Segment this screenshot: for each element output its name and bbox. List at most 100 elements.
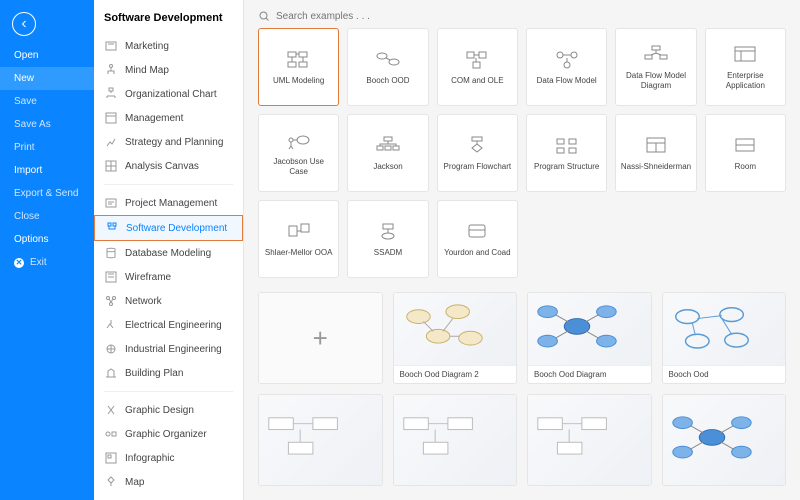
category-icon xyxy=(104,318,118,332)
template-enterprise-application[interactable]: Enterprise Application xyxy=(705,28,786,106)
category-map[interactable]: Map xyxy=(94,470,243,494)
template-uml-modeling[interactable]: UML Modeling xyxy=(258,28,339,106)
category-electrical-engineering[interactable]: Electrical Engineering xyxy=(94,313,243,337)
content-scroll[interactable]: UML Modeling Booch OOD COM and OLE Data Flo… xyxy=(244,28,800,500)
template-com-and-ole[interactable]: COM and OLE xyxy=(437,28,518,106)
menu-import[interactable]: Import xyxy=(0,159,94,182)
search-input[interactable] xyxy=(276,11,786,22)
example-card[interactable]: Booch Ood xyxy=(662,292,787,384)
template-shlaer-mellor-ooa[interactable]: Shlaer-Mellor OOA xyxy=(258,200,339,278)
menu-save-as[interactable]: Save As xyxy=(0,113,94,136)
template-label: Program Structure xyxy=(534,162,599,172)
menu-open[interactable]: Open xyxy=(0,44,94,67)
template-jacobson-use-case[interactable]: Jacobson Use Case xyxy=(258,114,339,192)
menu-new[interactable]: New xyxy=(0,67,94,90)
example-card[interactable]: Booch Ood Diagram xyxy=(527,292,652,384)
category-label: Graphic Organizer xyxy=(125,429,207,440)
category-software-development[interactable]: Software Development xyxy=(94,215,243,241)
file-menu-sidebar: OpenNewSaveSave AsPrintImportExport & Se… xyxy=(0,0,94,500)
category-label: Network xyxy=(125,296,162,307)
category-label: Marketing xyxy=(125,41,169,52)
category-industrial-engineering[interactable]: Industrial Engineering xyxy=(94,337,243,361)
back-button[interactable] xyxy=(12,12,36,36)
category-mind-map[interactable]: Mind Map xyxy=(94,58,243,82)
category-header: Software Development xyxy=(94,0,243,34)
category-strategy-and-planning[interactable]: Strategy and Planning xyxy=(94,130,243,154)
template-ssadm[interactable]: SSADM xyxy=(347,200,428,278)
search-bar xyxy=(244,0,800,28)
template-program-structure[interactable]: Program Structure xyxy=(526,114,607,192)
category-graphs-and-charts[interactable]: Graphs and Charts xyxy=(94,494,243,500)
example-thumb xyxy=(663,297,786,361)
category-icon xyxy=(104,475,118,489)
search-icon xyxy=(258,10,270,22)
template-grid: UML Modeling Booch OOD COM and OLE Data Flo… xyxy=(258,28,786,278)
template-icon xyxy=(641,134,671,156)
category-label: Management xyxy=(125,113,183,124)
template-label: Program Flowchart xyxy=(444,162,512,172)
template-nassi-shneiderman[interactable]: Nassi-Shneiderman xyxy=(615,114,696,192)
template-label: UML Modeling xyxy=(273,76,324,86)
category-organizational-chart[interactable]: Organizational Chart xyxy=(94,82,243,106)
example-card[interactable] xyxy=(662,394,787,486)
menu-export-send[interactable]: Export & Send xyxy=(0,182,94,205)
examples-grid-2 xyxy=(258,394,786,486)
category-building-plan[interactable]: Building Plan xyxy=(94,361,243,385)
main-panel: UML Modeling Booch OOD COM and OLE Data Flo… xyxy=(244,0,800,500)
examples-grid: +Booch Ood Diagram 2 Booch Ood Diagram Boo… xyxy=(258,292,786,384)
category-database-modeling[interactable]: Database Modeling xyxy=(94,241,243,265)
template-icon xyxy=(373,134,403,156)
category-graphic-organizer[interactable]: Graphic Organizer xyxy=(94,422,243,446)
category-icon xyxy=(104,403,118,417)
category-infographic[interactable]: Infographic xyxy=(94,446,243,470)
template-label: Yourdon and Coad xyxy=(444,248,510,258)
example-card[interactable] xyxy=(527,394,652,486)
menu-save[interactable]: Save xyxy=(0,90,94,113)
category-icon xyxy=(105,221,119,235)
example-thumb xyxy=(259,408,382,472)
template-icon xyxy=(730,43,760,65)
category-icon xyxy=(104,246,118,260)
category-wireframe[interactable]: Wireframe xyxy=(94,265,243,289)
template-room[interactable]: Room xyxy=(705,114,786,192)
template-yourdon-and-coad[interactable]: Yourdon and Coad xyxy=(437,200,518,278)
example-card[interactable]: Booch Ood Diagram 2 xyxy=(393,292,518,384)
example-label: Booch Ood Diagram xyxy=(528,365,651,383)
template-icon xyxy=(284,129,314,151)
category-label: Project Management xyxy=(125,198,217,209)
new-diagram-card[interactable]: + xyxy=(258,292,383,384)
menu-close[interactable]: Close xyxy=(0,205,94,228)
category-label: Mind Map xyxy=(125,65,169,76)
example-thumb xyxy=(528,297,651,361)
template-program-flowchart[interactable]: Program Flowchart xyxy=(437,114,518,192)
template-jackson[interactable]: Jackson xyxy=(347,114,428,192)
category-network[interactable]: Network xyxy=(94,289,243,313)
template-label: SSADM xyxy=(374,248,402,258)
category-icon xyxy=(104,270,118,284)
template-icon xyxy=(462,134,492,156)
category-management[interactable]: Management xyxy=(94,106,243,130)
category-graphic-design[interactable]: Graphic Design xyxy=(94,398,243,422)
category-label: Map xyxy=(125,477,144,488)
template-label: Booch OOD xyxy=(366,76,409,86)
category-analysis-canvas[interactable]: Analysis Canvas xyxy=(94,154,243,178)
example-card[interactable] xyxy=(258,394,383,486)
template-icon xyxy=(730,134,760,156)
example-thumb xyxy=(394,297,517,361)
category-marketing[interactable]: Marketing xyxy=(94,34,243,58)
template-label: Nassi-Shneiderman xyxy=(621,162,691,172)
template-label: Room xyxy=(735,162,756,172)
menu-print[interactable]: Print xyxy=(0,136,94,159)
template-data-flow-model[interactable]: Data Flow Model xyxy=(526,28,607,106)
example-label: Booch Ood xyxy=(663,365,786,383)
menu-options[interactable]: Options xyxy=(0,228,94,251)
category-icon xyxy=(104,196,118,210)
example-card[interactable] xyxy=(393,394,518,486)
menu-exit[interactable]: ✕Exit xyxy=(0,251,94,274)
example-thumb xyxy=(663,408,786,472)
category-project-management[interactable]: Project Management xyxy=(94,191,243,215)
template-booch-ood[interactable]: Booch OOD xyxy=(347,28,428,106)
template-label: Data Flow Model xyxy=(537,76,597,86)
template-icon xyxy=(552,134,582,156)
template-data-flow-model-diagram[interactable]: Data Flow Model Diagram xyxy=(615,28,696,106)
